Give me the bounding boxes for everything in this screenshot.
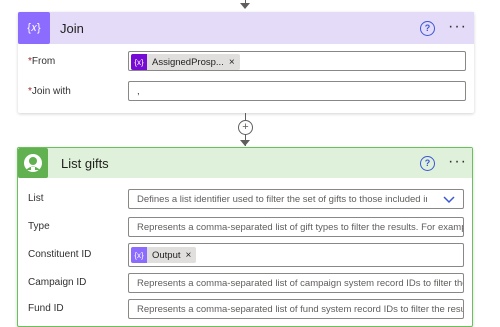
more-options-icon[interactable]: ··· xyxy=(448,153,467,171)
from-label-text: From xyxy=(31,56,56,67)
type-placeholder: Represents a comma-separated list of gif… xyxy=(137,222,464,233)
remove-token-icon[interactable]: × xyxy=(229,57,240,68)
fund-id-label: Fund ID xyxy=(28,303,64,314)
constituent-id-field[interactable]: {x} Output × xyxy=(128,243,464,267)
blackbaud-user-icon xyxy=(18,148,48,178)
fund-id-placeholder: Represents a comma-separated list of fun… xyxy=(137,304,464,315)
from-token-text: AssignedProsp... xyxy=(152,56,224,68)
campaign-id-field[interactable]: Represents a comma-separated list of cam… xyxy=(128,273,464,293)
fund-id-field[interactable]: Represents a comma-separated list of fun… xyxy=(128,299,464,319)
join-with-field[interactable]: , xyxy=(128,81,466,101)
list-label: List xyxy=(28,193,44,204)
middle-connector-arrow xyxy=(240,140,250,146)
from-label: *From xyxy=(28,56,55,67)
from-field[interactable]: {x} AssignedProsp... × xyxy=(128,51,466,71)
list-gifts-card-header[interactable]: List gifts ? ··· xyxy=(18,148,472,178)
top-connector-arrow xyxy=(240,3,250,9)
type-field[interactable]: Represents a comma-separated list of gif… xyxy=(128,217,464,237)
constituent-id-token-text: Output xyxy=(152,249,181,261)
constituent-id-label: Constituent ID xyxy=(28,249,92,260)
constituent-id-token[interactable]: {x} Output × xyxy=(131,247,197,263)
join-with-label: *Join with xyxy=(28,86,71,97)
join-with-label-text: Join with xyxy=(31,86,71,97)
from-token[interactable]: {x} AssignedProsp... × xyxy=(131,54,240,70)
campaign-id-placeholder: Represents a comma-separated list of cam… xyxy=(137,278,464,289)
join-card-title: Join xyxy=(60,21,84,36)
remove-token-icon[interactable]: × xyxy=(186,250,197,261)
type-label: Type xyxy=(28,221,50,232)
data-operation-icon: {𝑥} xyxy=(18,12,50,44)
variable-icon: {x} xyxy=(131,247,147,263)
add-step-button[interactable]: + xyxy=(238,120,253,135)
list-gifts-card-title: List gifts xyxy=(61,156,109,171)
join-action-card: {𝑥} Join ? ··· *From {x} AssignedProsp..… xyxy=(18,12,474,113)
list-gifts-action-card: List gifts ? ··· List Defines a list ide… xyxy=(17,147,473,327)
more-options-icon[interactable]: ··· xyxy=(448,18,467,36)
chevron-down-icon[interactable] xyxy=(443,196,455,204)
data-operation-glyph: {𝑥} xyxy=(27,21,41,34)
help-icon[interactable]: ? xyxy=(420,156,435,171)
list-placeholder: Defines a list identifier used to filter… xyxy=(137,194,427,205)
user-silhouette-icon xyxy=(24,154,42,172)
help-icon[interactable]: ? xyxy=(420,21,435,36)
list-dropdown[interactable]: Defines a list identifier used to filter… xyxy=(128,189,464,209)
join-card-header[interactable]: {𝑥} Join ? ··· xyxy=(18,12,474,44)
variable-icon: {x} xyxy=(131,54,147,70)
campaign-id-label: Campaign ID xyxy=(28,277,87,288)
join-with-value: , xyxy=(137,86,140,97)
